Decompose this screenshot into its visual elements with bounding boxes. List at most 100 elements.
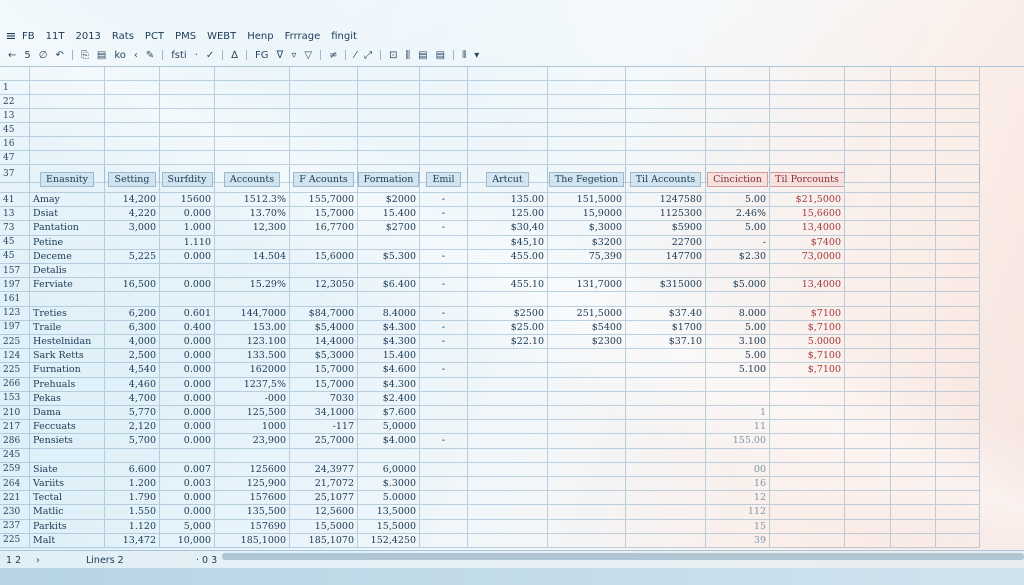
column-header[interactable] <box>626 67 706 81</box>
cell[interactable] <box>770 505 845 520</box>
cell[interactable]: 13,472 <box>105 533 160 548</box>
cell[interactable] <box>891 137 936 151</box>
cell[interactable] <box>706 391 770 406</box>
cell[interactable] <box>420 448 468 463</box>
cell[interactable] <box>160 151 215 165</box>
cell[interactable]: - <box>420 249 468 264</box>
cell[interactable] <box>891 81 936 95</box>
cell[interactable] <box>468 349 548 364</box>
cell[interactable]: Petine <box>30 235 105 250</box>
header-cell[interactable]: Til Accounts <box>626 167 706 193</box>
cell[interactable] <box>358 137 420 151</box>
cell[interactable] <box>548 377 626 392</box>
cell[interactable] <box>706 377 770 392</box>
cell[interactable] <box>420 235 468 250</box>
cell[interactable] <box>845 123 891 137</box>
cell[interactable] <box>936 306 980 321</box>
toolbar-button[interactable]: 5 <box>24 50 30 61</box>
cell[interactable] <box>845 533 891 548</box>
cell[interactable] <box>548 349 626 364</box>
sheet-tab-extra[interactable]: · 0 3 <box>196 555 217 566</box>
row-number[interactable]: 264 <box>0 477 30 492</box>
cell[interactable]: 157690 <box>215 519 290 534</box>
cell[interactable] <box>290 235 358 250</box>
menu-item[interactable]: Frrrage <box>285 31 321 42</box>
cell[interactable]: $84,7000 <box>290 306 358 321</box>
header-cell[interactable]: Emil <box>420 167 468 193</box>
cell[interactable] <box>936 349 980 364</box>
row-number[interactable]: 45 <box>0 235 30 250</box>
cell[interactable] <box>160 95 215 109</box>
cell[interactable] <box>936 292 980 307</box>
cell[interactable]: 14,200 <box>105 193 160 208</box>
cell[interactable] <box>891 320 936 335</box>
cell[interactable] <box>936 434 980 449</box>
cell[interactable] <box>548 123 626 137</box>
cell[interactable]: 5,225 <box>105 249 160 264</box>
cell[interactable]: 1237,5% <box>215 377 290 392</box>
cell[interactable]: 4,220 <box>105 207 160 222</box>
cell[interactable] <box>706 151 770 165</box>
cell[interactable]: 5.100 <box>706 363 770 378</box>
cell[interactable] <box>770 491 845 506</box>
cell[interactable]: 13,4000 <box>770 278 845 293</box>
cell[interactable]: $315000 <box>626 278 706 293</box>
cell[interactable]: 25,7000 <box>290 434 358 449</box>
cell[interactable] <box>936 377 980 392</box>
cell[interactable] <box>891 278 936 293</box>
cell[interactable]: $2700 <box>358 221 420 236</box>
cell[interactable]: 6,0000 <box>358 462 420 477</box>
cell[interactable]: 153.00 <box>215 320 290 335</box>
cell[interactable] <box>845 264 891 279</box>
toolbar-button[interactable]: ↶ <box>55 50 63 61</box>
cell[interactable] <box>770 109 845 123</box>
row-number[interactable]: 22 <box>0 95 30 109</box>
column-header[interactable] <box>420 67 468 81</box>
cell[interactable] <box>845 306 891 321</box>
toolbar-button[interactable]: ᐁ <box>277 50 284 61</box>
cell[interactable] <box>891 391 936 406</box>
cell[interactable] <box>770 137 845 151</box>
cell[interactable] <box>845 406 891 421</box>
cell[interactable] <box>468 292 548 307</box>
cell[interactable] <box>891 533 936 548</box>
cell[interactable]: 133.500 <box>215 349 290 364</box>
cell[interactable] <box>706 448 770 463</box>
cell[interactable] <box>290 137 358 151</box>
cell[interactable] <box>845 349 891 364</box>
cell[interactable] <box>891 249 936 264</box>
cell[interactable] <box>420 420 468 435</box>
toolbar-button[interactable]: FG <box>255 50 269 61</box>
header-cell[interactable]: Formation <box>358 167 420 193</box>
cell[interactable]: 125,900 <box>215 477 290 492</box>
cell[interactable] <box>845 221 891 236</box>
cell[interactable] <box>626 377 706 392</box>
cell[interactable] <box>770 533 845 548</box>
cell[interactable] <box>105 123 160 137</box>
cell[interactable]: 6.600 <box>105 462 160 477</box>
cell[interactable] <box>30 448 105 463</box>
header-cell[interactable]: Setting <box>105 167 160 193</box>
cell[interactable] <box>290 151 358 165</box>
cell[interactable] <box>105 448 160 463</box>
cell[interactable] <box>770 95 845 109</box>
cell[interactable] <box>105 235 160 250</box>
cell[interactable]: Ferviate <box>30 278 105 293</box>
cell[interactable]: $4.600 <box>358 363 420 378</box>
cell[interactable] <box>215 123 290 137</box>
cell[interactable]: - <box>420 306 468 321</box>
header-cell[interactable]: The Fegetion <box>548 167 626 193</box>
column-header[interactable] <box>160 67 215 81</box>
cell[interactable]: 1.110 <box>160 235 215 250</box>
menu-item[interactable]: Rats <box>112 31 134 42</box>
cell[interactable]: 39 <box>706 533 770 548</box>
cell[interactable]: 112 <box>706 505 770 520</box>
cell[interactable] <box>548 406 626 421</box>
hamburger-menu-icon[interactable]: ≡ <box>0 29 22 44</box>
cell[interactable] <box>358 448 420 463</box>
cell[interactable]: 15.400 <box>358 207 420 222</box>
cell[interactable]: $5.300 <box>358 249 420 264</box>
cell[interactable]: 6,300 <box>105 320 160 335</box>
cell[interactable] <box>160 264 215 279</box>
cell[interactable] <box>845 167 891 193</box>
